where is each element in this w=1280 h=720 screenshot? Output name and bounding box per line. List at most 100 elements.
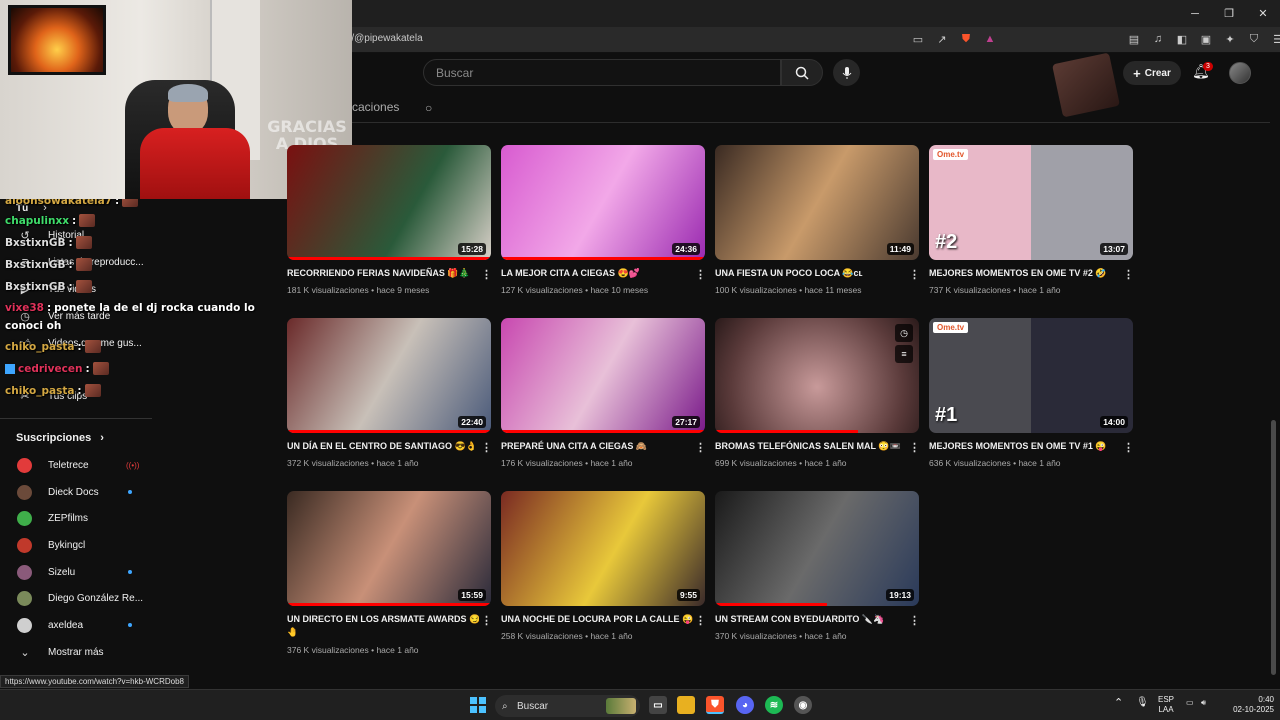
mic-button[interactable] bbox=[833, 59, 860, 86]
video-thumbnail[interactable]: 15:59 bbox=[287, 491, 491, 606]
video-thumbnail[interactable]: Ome.tv #1 14:00 bbox=[929, 318, 1133, 433]
video-title[interactable]: UNA NOCHE DE LOCURA POR LA CALLE 😜 bbox=[501, 613, 693, 626]
chat-username: chapulinxx bbox=[5, 214, 69, 227]
video-thumbnail[interactable]: 15:28 bbox=[287, 145, 491, 260]
chevron-up-icon[interactable]: ⌃ bbox=[1114, 698, 1123, 709]
video-thumbnail[interactable]: ◷ ≡ bbox=[715, 318, 919, 433]
video-thumbnail[interactable]: 9:55 bbox=[501, 491, 705, 606]
language-indicator[interactable]: ESP LAA bbox=[1158, 695, 1174, 715]
file-explorer-icon[interactable] bbox=[677, 696, 695, 714]
video-card[interactable]: 11:49 UNA FIESTA UN POCO LOCA 😂cʟ 100 K vi… bbox=[715, 145, 920, 310]
video-title[interactable]: UN DÍA EN EL CENTRO DE SANTIAGO 😎👌 bbox=[287, 440, 479, 453]
more-options-icon[interactable]: ⋮ bbox=[695, 268, 706, 281]
video-card[interactable]: 15:59 UN DIRECTO EN LOS ARSMATE AWARDS 😏 🤚… bbox=[287, 491, 492, 656]
sidebar-toggle-icon[interactable]: ◧ bbox=[1174, 31, 1190, 47]
channel-item[interactable]: Diego González Re... bbox=[0, 585, 155, 611]
lang-code: ESP bbox=[1158, 695, 1175, 704]
video-thumbnail[interactable]: Ome.tv #2 13:07 bbox=[929, 145, 1133, 260]
watch-later-icon[interactable]: ◷ bbox=[895, 324, 913, 342]
more-options-icon[interactable]: ⋮ bbox=[695, 614, 706, 627]
video-card[interactable]: 22:40 UN DÍA EN EL CENTRO DE SANTIAGO 😎👌 3… bbox=[287, 318, 492, 483]
chevron-right-icon: › bbox=[100, 432, 104, 444]
add-to-queue-icon[interactable]: ≡ bbox=[895, 345, 913, 363]
video-metadata: 176 K visualizaciones • hace 1 año bbox=[501, 458, 633, 468]
task-view-icon[interactable]: ▭ bbox=[649, 696, 667, 714]
video-card[interactable]: 24:36 LA MEJOR CITA A CIEGAS 😍💕 127 K visu… bbox=[501, 145, 706, 310]
more-options-icon[interactable]: ⋮ bbox=[481, 614, 492, 627]
mic-icon[interactable]: 🎙︎ bbox=[1136, 698, 1149, 708]
leo-icon[interactable]: ✦ bbox=[1222, 31, 1238, 47]
channel-item[interactable]: Sizelu bbox=[0, 559, 155, 585]
channel-item[interactable]: Bykingcl bbox=[0, 532, 155, 558]
video-title[interactable]: BROMAS TELEFÓNICAS SALEN MAL 😳📼 bbox=[715, 440, 907, 453]
video-card[interactable]: 9:55 UNA NOCHE DE LOCURA POR LA CALLE 😜 25… bbox=[501, 491, 706, 656]
close-button[interactable]: ✕ bbox=[1246, 0, 1280, 27]
video-title[interactable]: PREPARÉ UNA CITA A CIEGAS 🙈 bbox=[501, 440, 693, 453]
video-card[interactable]: ◷ ≡ BROMAS TELEFÓNICAS SALEN MAL 😳📼 699 K v… bbox=[715, 318, 920, 483]
video-card[interactable]: 19:13 UN STREAM CON BYEDUARDITO 🔪🦄 370 K v… bbox=[715, 491, 920, 656]
video-title[interactable]: RECORRIENDO FERIAS NAVIDEÑAS 🎁🎄 bbox=[287, 267, 479, 280]
windows-start-icon[interactable] bbox=[469, 696, 487, 714]
maximize-button[interactable]: ❐ bbox=[1212, 0, 1246, 27]
more-options-icon[interactable]: ⋮ bbox=[695, 441, 706, 454]
video-thumbnail[interactable]: 11:49 bbox=[715, 145, 919, 260]
brave-shield-icon[interactable]: ⛊ bbox=[958, 31, 974, 47]
discord-icon[interactable]: ◕ bbox=[736, 696, 754, 714]
more-options-icon[interactable]: ⋮ bbox=[909, 614, 920, 627]
video-thumbnail[interactable]: 24:36 bbox=[501, 145, 705, 260]
channel-item[interactable]: Teletrece ((•)) bbox=[0, 452, 155, 478]
more-options-icon[interactable]: ⋮ bbox=[1123, 441, 1134, 454]
search-input[interactable]: Buscar bbox=[423, 59, 781, 86]
taskbar-search[interactable]: ⌕ Buscar bbox=[495, 695, 640, 717]
menu-icon[interactable]: ☰ bbox=[1270, 31, 1280, 47]
channel-item[interactable]: Dieck Docs bbox=[0, 479, 155, 505]
video-card[interactable]: Ome.tv #1 14:00 MEJORES MOMENTOS EN OME TV … bbox=[929, 318, 1134, 483]
show-more-button[interactable]: ⌄ Mostrar más bbox=[0, 639, 155, 665]
minimize-button[interactable]: ─ bbox=[1178, 0, 1212, 27]
account-avatar[interactable] bbox=[1229, 62, 1251, 84]
brave-browser-icon[interactable]: ⛊ bbox=[706, 696, 724, 714]
more-options-icon[interactable]: ⋮ bbox=[1123, 268, 1134, 281]
video-title[interactable]: UNA FIESTA UN POCO LOCA 😂cʟ bbox=[715, 267, 907, 280]
video-card[interactable]: Ome.tv #2 13:07 MEJORES MOMENTOS EN OME TV … bbox=[929, 145, 1134, 310]
more-options-icon[interactable]: ⋮ bbox=[909, 441, 920, 454]
create-button[interactable]: + Crear bbox=[1123, 61, 1181, 85]
obs-icon[interactable]: ◉ bbox=[794, 696, 812, 714]
search-button[interactable] bbox=[781, 59, 823, 86]
channel-search-icon[interactable]: ○ bbox=[425, 101, 432, 115]
channel-item[interactable]: axeldea bbox=[0, 612, 155, 638]
video-thumbnail[interactable]: 22:40 bbox=[287, 318, 491, 433]
video-card[interactable]: 27:17 PREPARÉ UNA CITA A CIEGAS 🙈 176 K vi… bbox=[501, 318, 706, 483]
video-duration: 15:59 bbox=[458, 589, 486, 601]
cast-icon[interactable]: ▭ bbox=[910, 31, 926, 47]
volume-icon[interactable]: 🔊︎ bbox=[1201, 698, 1206, 708]
video-title[interactable]: UN STREAM CON BYEDUARDITO 🔪🦄 bbox=[715, 613, 907, 626]
wallet-icon[interactable]: ▣ bbox=[1198, 31, 1214, 47]
more-options-icon[interactable]: ⋮ bbox=[909, 268, 920, 281]
video-card[interactable]: 15:28 RECORRIENDO FERIAS NAVIDEÑAS 🎁🎄 181 … bbox=[287, 145, 492, 310]
music-icon[interactable]: ♫ bbox=[1150, 31, 1166, 47]
brave-rewards-icon[interactable]: ▲ bbox=[982, 31, 998, 47]
channel-item[interactable]: ZEPfilms bbox=[0, 505, 155, 531]
new-content-dot bbox=[128, 570, 132, 574]
video-thumbnail[interactable]: 19:13 bbox=[715, 491, 919, 606]
video-title[interactable]: MEJORES MOMENTOS EN OME TV #1 😜 bbox=[929, 440, 1121, 453]
video-title-line2[interactable]: 🤚 bbox=[287, 626, 479, 639]
reader-icon[interactable]: ▤ bbox=[1126, 31, 1142, 47]
url-text[interactable]: m/@pipewakatela bbox=[343, 33, 423, 44]
more-options-icon[interactable]: ⋮ bbox=[481, 268, 492, 281]
video-thumbnail[interactable]: 27:17 bbox=[501, 318, 705, 433]
vpn-icon[interactable]: ⛉ bbox=[1246, 31, 1262, 47]
network-icon[interactable]: ▭ bbox=[1186, 698, 1194, 708]
share-icon[interactable]: ↗ bbox=[934, 31, 950, 47]
video-title[interactable]: MEJORES MOMENTOS EN OME TV #2 🤣 bbox=[929, 267, 1121, 280]
video-title[interactable]: LA MEJOR CITA A CIEGAS 😍💕 bbox=[501, 267, 693, 280]
video-duration: 15:28 bbox=[458, 243, 486, 255]
subscriptions-header[interactable]: Suscripciones › bbox=[16, 432, 104, 444]
page-scrollbar[interactable] bbox=[1271, 420, 1276, 675]
clock[interactable]: 0:40 02-10-2025 bbox=[1222, 695, 1274, 715]
more-options-icon[interactable]: ⋮ bbox=[481, 441, 492, 454]
chat-colon: : bbox=[68, 280, 73, 293]
video-title[interactable]: UN DIRECTO EN LOS ARSMATE AWARDS 😏 bbox=[287, 613, 479, 626]
spotify-icon[interactable]: ≋ bbox=[765, 696, 783, 714]
